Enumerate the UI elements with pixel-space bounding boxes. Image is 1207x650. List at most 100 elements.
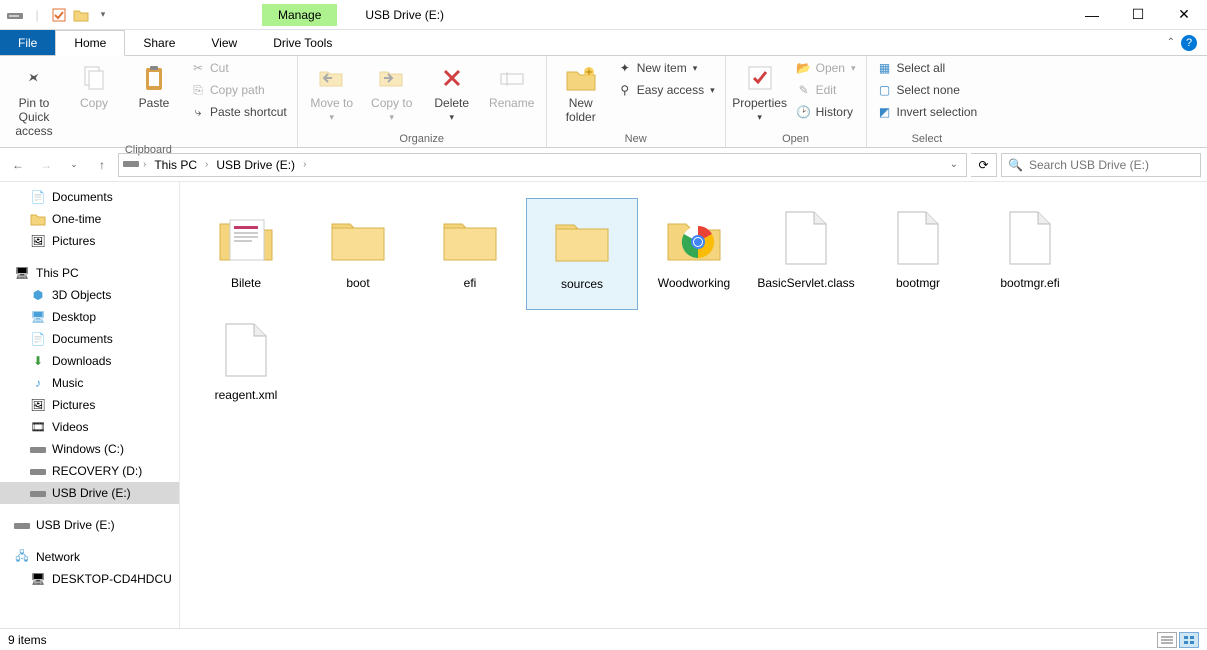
edit-button[interactable]: ✎ Edit (792, 80, 860, 100)
history-button[interactable]: 🕑History (792, 102, 860, 122)
drive-icon (6, 6, 24, 24)
crumb-sep-icon[interactable]: › (203, 159, 210, 170)
nav-documents[interactable]: 📄Documents (0, 186, 179, 208)
nav-recovery-d[interactable]: RECOVERY (D:) (0, 460, 179, 482)
crumb-sep-icon[interactable]: › (141, 159, 148, 170)
tab-view[interactable]: View (193, 30, 255, 55)
select-none-button[interactable]: ▢Select none (873, 80, 982, 100)
file-item[interactable]: BasicServlet.class (750, 198, 862, 310)
nav-music[interactable]: ♪Music (0, 372, 179, 394)
qat-dropdown-icon[interactable]: ▾ (94, 6, 112, 24)
close-button[interactable]: ✕ (1161, 0, 1207, 30)
invert-selection-button[interactable]: ◩Invert selection (873, 102, 982, 122)
properties-button[interactable]: Properties▾ (732, 58, 788, 127)
crumb-this-pc[interactable]: This PC (150, 158, 201, 172)
network-icon: 🖧 (14, 549, 30, 565)
ribbon-collapse-icon[interactable]: ⌃ (1167, 37, 1175, 48)
select-all-label: Select all (897, 61, 946, 75)
address-dropdown-icon[interactable]: ⌄ (946, 159, 962, 170)
up-button[interactable]: ↑ (90, 153, 114, 177)
tab-drive-tools[interactable]: Drive Tools (255, 30, 350, 55)
copy-path-button[interactable]: ⎘Copy path (186, 80, 291, 100)
qat-separator: | (28, 6, 46, 24)
file-item-label: bootmgr (896, 276, 940, 290)
copy-to-button[interactable]: Copy to▾ (364, 58, 420, 127)
refresh-button[interactable]: ⟳ (971, 153, 997, 177)
cut-button[interactable]: ✂Cut (186, 58, 291, 78)
file-icon (996, 204, 1064, 272)
delete-button[interactable]: Delete▾ (424, 58, 480, 127)
search-box[interactable]: 🔍 (1001, 153, 1201, 177)
file-item[interactable]: bootmgr (862, 198, 974, 310)
nav-usb-e-2[interactable]: USB Drive (E:) (0, 514, 179, 536)
nav-downloads[interactable]: ⬇Downloads (0, 350, 179, 372)
details-view-toggle[interactable] (1157, 632, 1177, 648)
manage-context-tab[interactable]: Manage (262, 4, 337, 26)
nav-desktop[interactable]: 🖥Desktop (0, 306, 179, 328)
address-bar[interactable]: › This PC › USB Drive (E:) › ⌄ (118, 153, 967, 177)
select-group-label: Select (873, 131, 982, 147)
file-icon (212, 316, 280, 384)
open-button[interactable]: 📂Open▾ (792, 58, 860, 78)
navigation-pane[interactable]: 📄Documents One-time 🖼Pictures 🖥This PC ⬢… (0, 182, 180, 628)
pictures-icon: 🖼 (30, 233, 46, 249)
file-item[interactable]: Bilete (190, 198, 302, 310)
crumb-usb-drive[interactable]: USB Drive (E:) (212, 158, 299, 172)
folder-icon (30, 211, 46, 227)
new-folder-button[interactable]: New folder (553, 58, 609, 128)
copy-label: Copy (80, 96, 108, 110)
back-button[interactable]: ← (6, 153, 30, 177)
move-to-button[interactable]: Move to▾ (304, 58, 360, 127)
edit-icon: ✎ (796, 82, 812, 98)
ribbon: Pin to Quick access Copy Paste ✂Cut ⎘Cop… (0, 56, 1207, 148)
new-item-button[interactable]: ✦New item▾ (613, 58, 719, 78)
paste-shortcut-button[interactable]: ⤷Paste shortcut (186, 102, 291, 122)
edit-label: Edit (816, 83, 837, 97)
nav-3d-objects[interactable]: ⬢3D Objects (0, 284, 179, 306)
rename-button[interactable]: Rename (484, 58, 540, 114)
tab-file[interactable]: File (0, 30, 55, 55)
document-icon: 📄 (30, 189, 46, 205)
nav-videos[interactable]: 🎞Videos (0, 416, 179, 438)
crumb-sep-icon[interactable]: › (301, 159, 308, 170)
search-input[interactable] (1029, 158, 1194, 172)
folder-small-icon[interactable] (72, 6, 90, 24)
nav-documents-2[interactable]: 📄Documents (0, 328, 179, 350)
recent-dropdown[interactable]: ⌄ (62, 153, 86, 177)
copy-button[interactable]: Copy (66, 58, 122, 114)
file-item[interactable]: sources (526, 198, 638, 310)
content-pane[interactable]: BiletebootefisourcesWoodworkingBasicServ… (180, 182, 1207, 628)
nav-windows-c[interactable]: Windows (C:) (0, 438, 179, 460)
file-item[interactable]: boot (302, 198, 414, 310)
nav-usb-e[interactable]: USB Drive (E:) (0, 482, 179, 504)
forward-button[interactable]: → (34, 153, 58, 177)
properties-label: Properties (732, 96, 787, 110)
file-item[interactable]: bootmgr.efi (974, 198, 1086, 310)
tabbar-right: ⌃ ? (1167, 30, 1207, 55)
nav-pictures[interactable]: 🖼Pictures (0, 230, 179, 252)
file-item[interactable]: reagent.xml (190, 310, 302, 422)
nav-this-pc[interactable]: 🖥This PC (0, 262, 179, 284)
statusbar: 9 items (0, 628, 1207, 650)
tab-home[interactable]: Home (55, 30, 125, 56)
copy-to-icon (376, 62, 408, 94)
minimize-button[interactable]: — (1069, 0, 1115, 30)
help-icon[interactable]: ? (1181, 35, 1197, 51)
file-item[interactable]: Woodworking (638, 198, 750, 310)
file-item[interactable]: efi (414, 198, 526, 310)
paste-button[interactable]: Paste (126, 58, 182, 114)
nav-pictures-2[interactable]: 🖼Pictures (0, 394, 179, 416)
select-all-button[interactable]: ▦Select all (873, 58, 982, 78)
easy-access-button[interactable]: ⚲Easy access▾ (613, 80, 719, 100)
history-icon: 🕑 (796, 104, 812, 120)
item-count: 9 items (8, 633, 47, 647)
checkbox-small-icon[interactable] (50, 6, 68, 24)
nav-desktop-pc[interactable]: 🖥DESKTOP-CD4HDCU (0, 568, 179, 590)
maximize-button[interactable]: ☐ (1115, 0, 1161, 30)
nav-one-time[interactable]: One-time (0, 208, 179, 230)
tab-share[interactable]: Share (125, 30, 193, 55)
easy-access-label: Easy access (637, 83, 704, 97)
pin-to-quick-access-button[interactable]: Pin to Quick access (6, 58, 62, 142)
large-icons-view-toggle[interactable] (1179, 632, 1199, 648)
nav-network[interactable]: 🖧Network (0, 546, 179, 568)
